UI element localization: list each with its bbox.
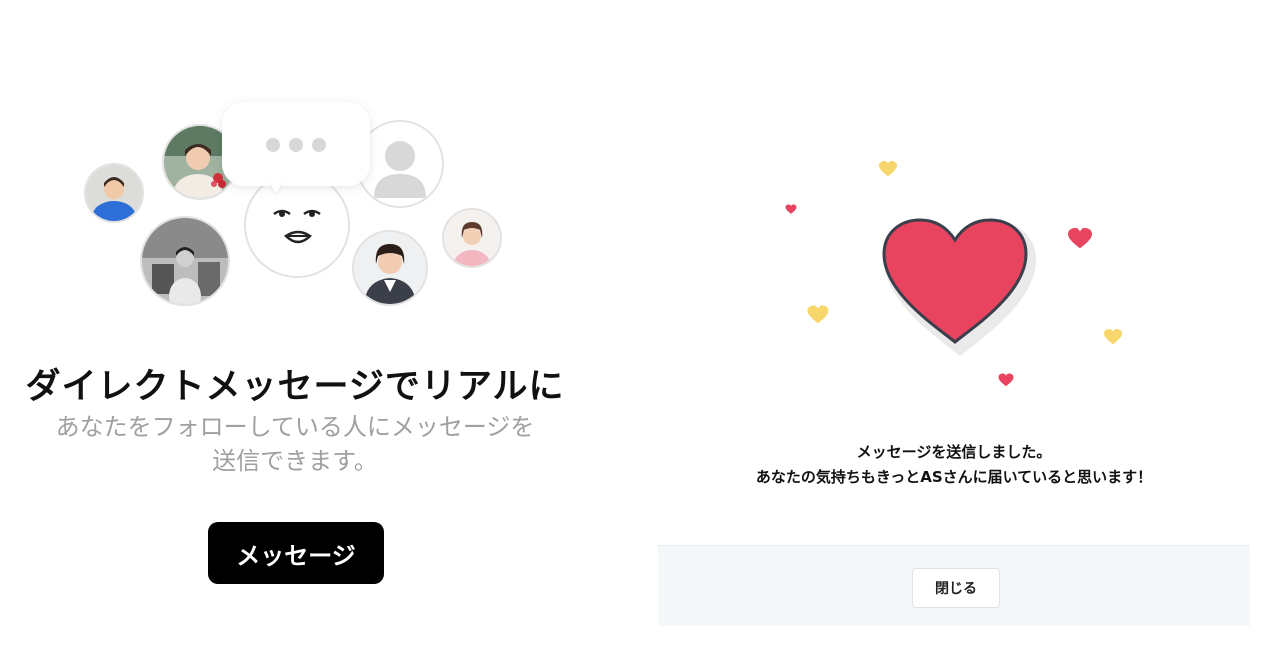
close-button[interactable]: 閉じる bbox=[912, 568, 1000, 608]
description-line: 送信できます。 bbox=[212, 447, 378, 475]
page-title: ダイレクトメッセージでリアルに bbox=[25, 367, 565, 407]
description: あなたをフォローしている人にメッセージを 送信できます。 bbox=[20, 410, 570, 478]
typing-dots-icon bbox=[266, 138, 280, 152]
small-heart-icon bbox=[1068, 228, 1092, 249]
typing-bubble bbox=[222, 102, 370, 186]
sent-message: メッセージを送信しました。 あなたの気持ちもきっとASさんに届いていると思います… bbox=[658, 440, 1250, 490]
sent-message-line: メッセージを送信しました。 bbox=[856, 443, 1052, 461]
dm-illustration bbox=[0, 0, 590, 330]
sent-message-line: あなたの気持ちもきっとASさんに届いていると思います！ bbox=[755, 468, 1153, 486]
bubble-tail bbox=[268, 180, 284, 194]
big-heart-icon bbox=[882, 218, 1036, 356]
small-heart-icon bbox=[807, 305, 829, 324]
avatar bbox=[244, 172, 350, 278]
small-heart-icon bbox=[998, 373, 1014, 387]
avatar bbox=[84, 163, 144, 223]
hearts-illustration bbox=[785, 161, 1122, 387]
message-sent-dialog: メッセージを送信しました。 あなたの気持ちもきっとASさんに届いていると思います… bbox=[658, 0, 1250, 630]
page: ダイレクトメッセージでリアルに あなたをフォローしている人にメッセージを 送信で… bbox=[0, 0, 1280, 670]
typing-dots-icon bbox=[289, 138, 303, 152]
small-heart-icon bbox=[785, 204, 797, 214]
dm-intro-panel: ダイレクトメッセージでリアルに あなたをフォローしている人にメッセージを 送信で… bbox=[0, 0, 590, 670]
message-button[interactable]: メッセージ bbox=[208, 522, 384, 584]
small-heart-icon bbox=[879, 161, 897, 177]
description-line: あなたをフォローしている人にメッセージを bbox=[55, 413, 535, 441]
dialog-footer: 閉じる bbox=[658, 545, 1250, 626]
avatar bbox=[352, 230, 428, 306]
small-heart-icon bbox=[1104, 329, 1122, 345]
avatar bbox=[140, 216, 230, 306]
typing-dots-icon bbox=[312, 138, 326, 152]
avatar bbox=[442, 208, 502, 268]
